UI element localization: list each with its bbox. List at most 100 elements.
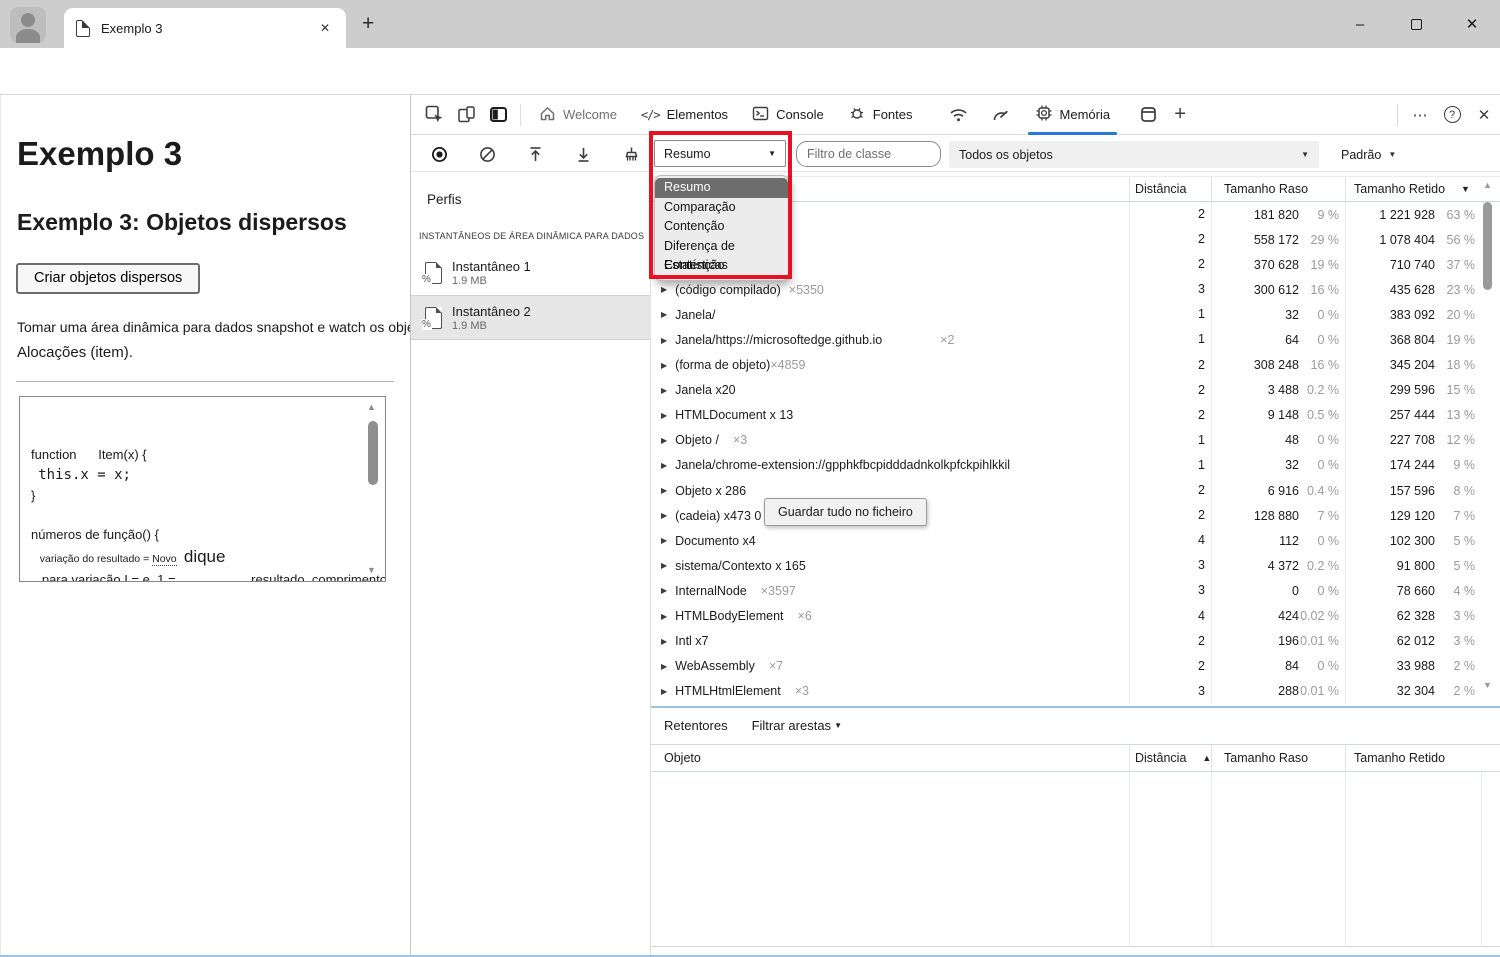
shallow-size-percent: 9 % [1317, 207, 1339, 222]
expand-arrow-icon[interactable]: ▶ [661, 637, 667, 646]
scroll-up-icon[interactable]: ▲ [1483, 180, 1492, 190]
dropdown-option[interactable]: Contenção [655, 217, 788, 237]
column-object[interactable]: Objeto [651, 751, 1129, 765]
tab-title: Exemplo 3 [101, 20, 163, 36]
window-minimize-button[interactable]: – [1332, 0, 1388, 48]
save-to-file-tooltip[interactable]: Guardar tudo no ficheiro [764, 498, 927, 526]
expand-arrow-icon[interactable]: ▶ [661, 511, 667, 520]
column-retained-size[interactable]: Tamanho Retido [1345, 745, 1481, 771]
scroll-down-icon[interactable]: ▼ [1483, 680, 1492, 690]
base-select[interactable]: Padrão ▼ [1341, 141, 1396, 168]
objects-scope-select[interactable]: Todos os objetos ▼ [949, 141, 1319, 168]
filter-edges-select[interactable]: Filtrar arestas ▼ [752, 718, 842, 733]
record-snapshot-icon[interactable] [425, 140, 453, 168]
heap-table-row[interactable]: ▶ InternalNode ×3597 3 0 0 % 78 660 4 % [651, 578, 1500, 604]
heap-table-row[interactable]: ▶ Documento x4 4 112 0 % 102 300 5 % [651, 528, 1500, 554]
expand-arrow-icon[interactable]: ▶ [661, 461, 667, 470]
scroll-up-icon[interactable]: ▲ [367, 401, 376, 415]
constructor-name: HTMLBodyElement [675, 609, 784, 624]
heap-table-row[interactable]: ▶ Objeto / ×3 1 48 0 % 227 708 12 % [651, 427, 1500, 453]
dock-side-icon[interactable] [482, 99, 514, 131]
shallow-size-percent: 0 % [1317, 433, 1339, 448]
code-line: variação do resultado = Novo dique [31, 544, 355, 570]
expand-arrow-icon[interactable]: ▶ [661, 486, 667, 495]
tab-sources[interactable]: Fontes [836, 95, 925, 135]
retained-size-value: 102 300 [1389, 533, 1435, 548]
window-close-button[interactable]: ✕ [1444, 0, 1500, 48]
expand-arrow-icon[interactable]: ▶ [661, 285, 667, 294]
column-shallow-size[interactable]: Tamanho Raso [1211, 177, 1345, 201]
expand-arrow-icon[interactable]: ▶ [661, 586, 667, 595]
column-distance[interactable]: Distância ▲ [1129, 745, 1211, 771]
new-tab-button[interactable]: + [362, 12, 374, 36]
scroll-thumb[interactable] [368, 421, 378, 485]
heap-table-row[interactable]: ▶ Intl x7 2 196 0.01 % 62 012 3 % [651, 628, 1500, 654]
expand-arrow-icon[interactable]: ▶ [661, 436, 667, 445]
heap-table-row[interactable]: ▶ (forma de objeto) ×4859 2 308 248 16 % 345 2… [651, 352, 1500, 378]
retained-size-value: 710 740 [1389, 257, 1435, 272]
tab-memory[interactable]: Memória [1023, 95, 1123, 135]
column-distance[interactable]: Distância [1129, 177, 1211, 201]
heap-table-row[interactable]: ▶ (código compilado) ×5350 3 300 612 16 % 435 … [651, 277, 1500, 303]
constructor-name: Objeto x 286 [675, 483, 747, 498]
heap-table-row[interactable]: ▶ WebAssembly ×7 2 84 0 % 33 988 2 % [651, 653, 1500, 679]
device-emulation-icon[interactable] [450, 99, 482, 131]
tab-elements[interactable]: </> Elementos [629, 95, 740, 135]
perspective-select[interactable]: Resumo ▼ [654, 140, 786, 167]
application-icon[interactable] [1132, 99, 1164, 131]
column-shallow-size[interactable]: Tamanho Raso [1211, 745, 1345, 771]
tab-console[interactable]: Console [740, 95, 836, 135]
help-button[interactable]: ? [1436, 99, 1468, 131]
expand-arrow-icon[interactable]: ▶ [661, 411, 667, 420]
expand-arrow-icon[interactable]: ▶ [661, 386, 667, 395]
clean-garbage-icon[interactable] [617, 140, 645, 168]
devtools-menu-button[interactable]: ⋯ [1404, 99, 1436, 131]
heap-table-row[interactable]: ▶ Janela/https://microsoftedge.github.io ×… [651, 327, 1500, 353]
browser-tab[interactable]: Exemplo 3 ✕ [64, 8, 346, 48]
heap-table-row[interactable]: ▶ HTMLBodyElement ×6 4 424 0.02 % 62 328 3 % [651, 603, 1500, 629]
devtools-close-button[interactable]: ✕ [1468, 99, 1500, 131]
snapshot-item[interactable]: Instantâneo 11.9 MB [411, 250, 650, 295]
clear-profiles-icon[interactable] [473, 140, 501, 168]
maximize-icon [1410, 18, 1422, 30]
expand-arrow-icon[interactable]: ▶ [661, 612, 667, 621]
class-filter-input[interactable] [796, 141, 941, 167]
dropdown-option[interactable]: Resumo [655, 178, 788, 198]
window-maximize-button[interactable] [1388, 0, 1444, 48]
dropdown-option[interactable]: Diferença de Contenção [655, 237, 788, 273]
scroll-thumb[interactable] [1483, 202, 1492, 290]
heap-table-row[interactable]: ▶ HTMLHtmlElement ×3 3 288 0.01 % 32 304 2 % [651, 678, 1500, 704]
shallow-size-cell: 558 172 29 % [1211, 227, 1345, 253]
dropdown-option[interactable]: Comparação [655, 198, 788, 218]
expand-arrow-icon[interactable]: ▶ [661, 336, 667, 345]
heap-table-row[interactable]: ▶ Janela/1 32 0 % 383 092 20 % [651, 302, 1500, 328]
snapshot-item[interactable]: Instantâneo 21.9 MB [411, 295, 650, 340]
heap-table-row[interactable]: ▶ Janela/chrome-extension://gpphkfbcpiddd… [651, 452, 1500, 479]
profile-avatar-icon[interactable] [10, 7, 46, 43]
heap-scrollbar[interactable]: ▲ ▼ [1481, 180, 1494, 700]
heap-table-row[interactable]: ▶ HTMLDocument x 13 2 9 148 0.5 % 257 444 13 % [651, 402, 1500, 428]
expand-arrow-icon[interactable]: ▶ [661, 361, 667, 370]
expand-arrow-icon[interactable]: ▶ [661, 310, 667, 319]
tab-welcome[interactable]: Welcome [527, 95, 629, 135]
scroll-down-icon[interactable]: ▼ [367, 564, 376, 578]
expand-arrow-icon[interactable]: ▶ [661, 561, 667, 570]
load-profile-icon[interactable] [521, 140, 549, 168]
create-objects-button[interactable]: Criar objetos dispersos [16, 263, 201, 294]
network-icon[interactable] [943, 99, 975, 131]
shallow-size-value: 424 [1278, 609, 1299, 624]
distance-cell: 3 [1129, 277, 1211, 303]
dropdown-option[interactable]: Estatísticas [655, 256, 788, 276]
code-scrollbar[interactable]: ▲ ▼ [365, 401, 381, 577]
performance-icon[interactable] [985, 99, 1017, 131]
heap-table-row[interactable]: ▶ sistema/Contexto x 165 3 4 372 0.2 % 91 800… [651, 553, 1500, 579]
column-retained-size[interactable]: Tamanho Retido ▼ [1345, 177, 1481, 201]
expand-arrow-icon[interactable]: ▶ [661, 662, 667, 671]
save-profile-icon[interactable] [569, 140, 597, 168]
more-tabs-button[interactable]: + [1164, 99, 1196, 131]
expand-arrow-icon[interactable]: ▶ [661, 536, 667, 545]
heap-table-row[interactable]: ▶ Janela x20 2 3 488 0.2 % 299 596 15 % [651, 377, 1500, 403]
expand-arrow-icon[interactable]: ▶ [661, 687, 667, 696]
tab-close-icon[interactable]: ✕ [316, 19, 334, 37]
inspect-element-icon[interactable] [418, 99, 450, 131]
